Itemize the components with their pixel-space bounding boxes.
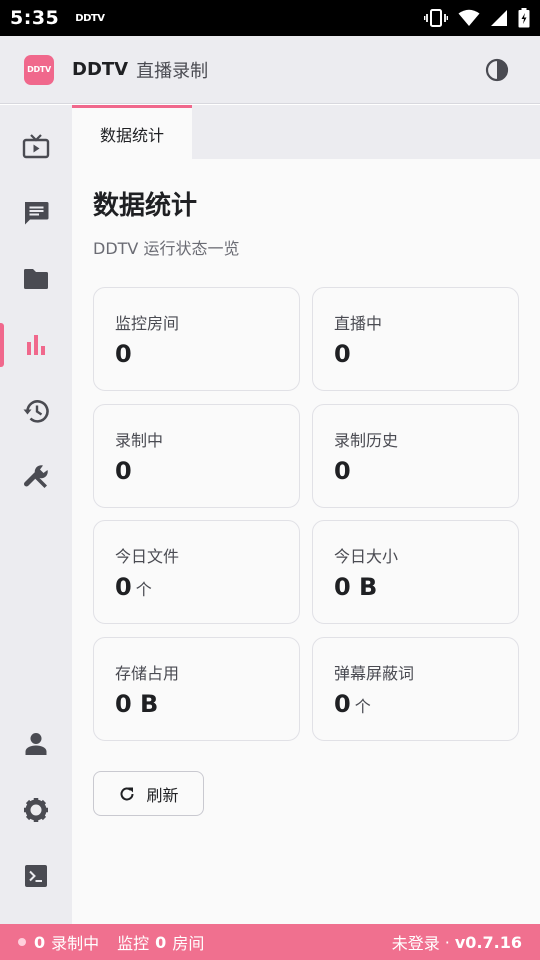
app-subtitle: 直播录制	[136, 60, 209, 82]
status-footer: 0 录制中 监控 0 房间 未登录 · v0.7.16	[0, 924, 540, 960]
sidebar	[0, 105, 72, 924]
stat-label: 直播中	[334, 314, 383, 333]
stat-label: 监控房间	[115, 314, 180, 333]
stat-unit: 个	[135, 580, 152, 599]
stat-card-storage-usage: 存储占用 0 B	[93, 637, 300, 741]
footer-monitor-count: 0	[155, 932, 167, 952]
refresh-icon	[120, 787, 134, 800]
tab-statistics[interactable]: 数据统计	[72, 105, 192, 159]
page-title: 数据统计	[93, 191, 198, 221]
app-header: DDTV DDTV 直播录制	[0, 36, 540, 104]
history-icon	[23, 400, 49, 423]
notification-icon: DDTV	[75, 12, 105, 24]
footer-login-status[interactable]: 未登录	[392, 930, 440, 954]
vibrate-icon	[424, 9, 448, 27]
stat-value: 0	[334, 457, 351, 485]
status-time: 5:35	[10, 7, 60, 29]
footer-separator: ·	[444, 932, 450, 952]
footer-monitor-prefix: 监控	[117, 934, 150, 953]
sidebar-item-live[interactable]	[0, 121, 72, 173]
stat-label: 今日文件	[115, 547, 180, 566]
chat-icon	[25, 202, 49, 225]
sidebar-item-account[interactable]	[0, 718, 72, 770]
theme-toggle-button[interactable]	[484, 57, 510, 83]
stat-value: 0	[115, 573, 132, 601]
battery-icon	[518, 8, 530, 28]
wrench-icon	[24, 465, 48, 488]
stat-label: 录制历史	[334, 431, 399, 450]
footer-monitor-suffix: 房间	[172, 934, 205, 953]
recording-status-dot	[18, 938, 26, 946]
user-icon	[25, 733, 47, 755]
system-icons	[424, 8, 530, 28]
stat-value: 0 B	[334, 573, 378, 601]
status-bar: 5:35 DDTV	[0, 0, 540, 36]
contrast-icon	[485, 58, 509, 81]
stat-label: 录制中	[115, 431, 164, 450]
wifi-icon	[458, 9, 480, 26]
sidebar-item-history[interactable]	[0, 385, 72, 437]
sidebar-item-tools[interactable]	[0, 451, 72, 503]
stat-card-recording: 录制中 0	[93, 404, 300, 508]
stat-label: 弹幕屏蔽词	[334, 664, 415, 683]
sidebar-item-settings[interactable]	[0, 784, 72, 836]
footer-recording-count: 0	[34, 932, 46, 952]
sidebar-item-files[interactable]	[0, 253, 72, 305]
sidebar-item-statistics[interactable]	[0, 319, 72, 371]
bar-chart-icon	[27, 335, 45, 355]
stat-label: 今日大小	[334, 547, 399, 566]
tab-bar: 数据统计	[72, 105, 540, 159]
live-tv-icon	[22, 134, 50, 159]
stat-value: 0	[334, 340, 351, 368]
stat-value: 0	[115, 457, 132, 485]
sidebar-item-danmaku[interactable]	[0, 187, 72, 239]
stat-card-today-size: 今日大小 0 B	[312, 520, 519, 624]
stat-label: 存储占用	[115, 664, 180, 683]
refresh-button-label: 刷新	[146, 785, 179, 805]
stat-card-record-history: 录制历史 0	[312, 404, 519, 508]
sidebar-item-console[interactable]	[0, 850, 72, 902]
statistics-content: 数据统计 DDTV 运行状态一览 监控房间 0 直播中 0 录制中 0 录制历史…	[72, 159, 540, 924]
stat-card-live-now: 直播中 0	[312, 287, 519, 391]
footer-version: v0.7.16	[454, 932, 522, 952]
refresh-button[interactable]: 刷新	[93, 771, 204, 816]
folder-icon	[24, 269, 48, 289]
stat-card-today-files: 今日文件 0个	[93, 520, 300, 624]
signal-icon	[491, 10, 507, 26]
stat-unit: 个	[354, 697, 371, 716]
app-logo: DDTV	[24, 54, 54, 85]
page-subtitle: DDTV 运行状态一览	[93, 239, 240, 258]
gear-icon	[24, 798, 48, 822]
footer-recording-label: 录制中	[51, 934, 100, 953]
terminal-icon	[25, 865, 47, 887]
stat-value: 0	[334, 690, 351, 718]
stat-value: 0 B	[115, 690, 159, 718]
app-name: DDTV	[72, 59, 129, 80]
stat-value: 0	[115, 340, 132, 368]
main-panel: 数据统计 数据统计 DDTV 运行状态一览 监控房间 0 直播中 0 录制中 0…	[72, 105, 540, 924]
stat-card-monitored-rooms: 监控房间 0	[93, 287, 300, 391]
stat-card-danmaku-block-words: 弹幕屏蔽词 0个	[312, 637, 519, 741]
